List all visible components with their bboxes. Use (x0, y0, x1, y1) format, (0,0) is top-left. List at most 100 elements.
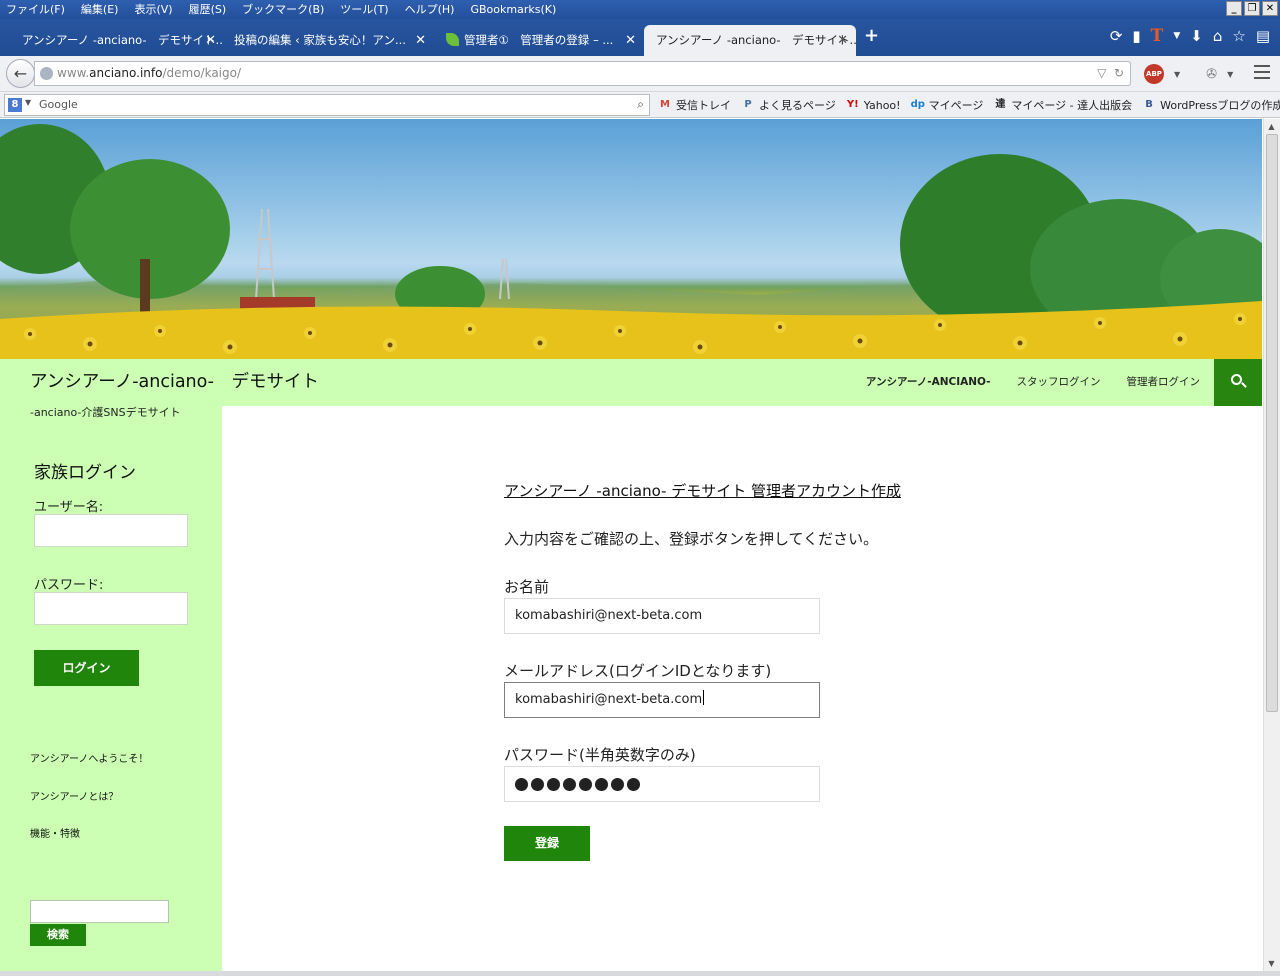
bookmark-label: マイページ - 達人出版会 (1011, 99, 1133, 112)
bookmark-item-1[interactable]: P よく見るページ (741, 97, 836, 113)
chevron-down-icon[interactable]: ▼ (1174, 70, 1180, 79)
tab-3[interactable]: 管理者① 管理者の登録 – ... ✕ (434, 25, 644, 56)
password-dot (595, 777, 608, 791)
star-icon[interactable]: ☆ (1232, 27, 1245, 45)
chevron-down-icon[interactable]: ▼ (25, 98, 31, 107)
tab-4-active[interactable]: アンシアーノ -anciano- デモサイト... ✕ (644, 25, 856, 56)
back-button[interactable]: ← (6, 59, 35, 88)
search-icon[interactable]: ⌕ (637, 97, 644, 112)
password-dot (547, 777, 560, 791)
menu-item-4[interactable]: ブックマーク(B) (234, 0, 332, 19)
menu-item-7[interactable]: GBookmarks(K) (462, 0, 564, 19)
nav-item-home[interactable]: アンシアーノ-ANCIANO- (866, 359, 991, 406)
sidebar-link-about[interactable]: アンシアーノとは？ (30, 788, 118, 803)
site-tagline: -anciano-介護SNSデモサイト (30, 406, 181, 419)
nav-item-staff-login[interactable]: スタッフログイン (1017, 359, 1101, 406)
addon-icon[interactable]: ✇ (1206, 67, 1217, 82)
home-icon[interactable]: ⌂ (1213, 27, 1223, 45)
menu-item-6[interactable]: ヘルプ(H) (397, 0, 463, 19)
search-toggle-button[interactable] (1214, 359, 1262, 406)
password-field-input[interactable] (504, 766, 820, 802)
password-input[interactable] (34, 592, 188, 625)
addon-buttons: ABP ▼ ✇ ▼ (1144, 64, 1233, 84)
login-button[interactable]: ログイン (34, 650, 139, 686)
tab-1[interactable]: アンシアーノ -anciano- デモサイト... ✕ (10, 25, 224, 56)
email-value: komabashiri@next-beta.com (515, 692, 703, 707)
window-controls: _ ❐ ✕ (1226, 1, 1278, 16)
google-icon: 8 (8, 98, 22, 112)
minimize-icon[interactable]: _ (1226, 1, 1242, 16)
menu-item-0[interactable]: ファイル(F) (0, 0, 73, 19)
bookmark-icon: Y! (846, 99, 859, 110)
nav-item-admin-login[interactable]: 管理者ログイン (1127, 359, 1201, 406)
menu-item-3[interactable]: 履歴(S) (181, 0, 235, 19)
bookmark-label: よく見るページ (759, 99, 836, 112)
bookmark-item-2[interactable]: Y! Yahoo! (846, 98, 901, 112)
text-caret (703, 690, 705, 705)
menu-item-1[interactable]: 編集(E) (73, 0, 127, 19)
scroll-up-icon[interactable]: ▲ (1264, 119, 1279, 134)
download-icon[interactable]: ⬇ (1190, 27, 1203, 45)
globe-icon (40, 67, 53, 80)
bookmark-icon[interactable]: ▮ (1132, 27, 1140, 45)
new-tab-button[interactable]: + (864, 25, 879, 46)
browser-search-box[interactable]: 8 ▼ Google ⌕ (4, 94, 650, 116)
close-tab-icon[interactable]: ✕ (415, 25, 426, 56)
bookmark-label: WordPressブログの作成... (1160, 99, 1280, 112)
menu-icon[interactable] (1254, 65, 1270, 83)
password-dot (611, 777, 624, 791)
name-input[interactable]: komabashiri@next-beta.com (504, 598, 820, 634)
menu-item-5[interactable]: ツール(T) (332, 0, 396, 19)
family-login-title: 家族ログイン (34, 463, 136, 483)
url-bar[interactable]: www.anciano.info/demo/kaigo/ ▽ ↻ (34, 61, 1131, 86)
site-title[interactable]: アンシアーノ-anciano- デモサイト (30, 359, 319, 406)
form-instruction: 入力内容をご確認の上、登録ボタンを押してください。 (504, 530, 879, 548)
form-title: アンシアーノ -anciano- デモサイト 管理者アカウント作成 (504, 482, 901, 500)
close-tab-icon[interactable]: ✕ (205, 25, 216, 56)
tab-label: アンシアーノ -anciano- デモサイト... (656, 33, 856, 47)
page-viewport: アンシアーノ-anciano- デモサイト アンシアーノ-ANCIANO- スタ… (0, 119, 1262, 971)
scroll-down-icon[interactable]: ▼ (1264, 956, 1279, 971)
dropdown-icon[interactable]: ▽ (1097, 66, 1106, 80)
close-tab-icon[interactable]: ✕ (837, 25, 848, 56)
sidebar: -anciano-介護SNSデモサイト 家族ログイン ユーザー名: パスワード:… (0, 406, 222, 971)
vertical-scrollbar[interactable]: ▲ ▼ (1263, 119, 1280, 971)
name-value: komabashiri@next-beta.com (515, 608, 703, 623)
email-input[interactable]: komabashiri@next-beta.com (504, 682, 820, 718)
tab-label: 管理者① 管理者の登録 – ... (464, 33, 614, 47)
bookmark-label: 受信トレイ (676, 99, 731, 112)
bookmark-item-5[interactable]: B WordPressブログの作成... (1142, 97, 1280, 113)
register-button[interactable]: 登録 (504, 826, 590, 861)
sidebar-link-welcome[interactable]: アンシアーノへようこそ！ (30, 750, 148, 765)
sync-icon[interactable]: ⟳ (1110, 27, 1123, 45)
restore-icon[interactable]: ❐ (1244, 1, 1260, 16)
reload-icon[interactable]: ↻ (1114, 66, 1124, 80)
username-input[interactable] (34, 514, 188, 547)
site-header: アンシアーノ-anciano- デモサイト アンシアーノ-ANCIANO- スタ… (0, 359, 1262, 406)
menu-item-2[interactable]: 表示(V) (126, 0, 180, 19)
email-label: メールアドレス(ログインIDとなります) (504, 662, 772, 680)
main-content: アンシアーノ -anciano- デモサイト 管理者アカウント作成 入力内容をご… (222, 406, 1262, 971)
bookmark-item-4[interactable]: 達マイページ - 達人出版会 (993, 97, 1132, 113)
sidebar-search-button[interactable]: 検索 (30, 924, 86, 946)
password-dot (627, 777, 640, 791)
password-dot (579, 777, 592, 791)
tab-2[interactable]: 投稿の編集 ‹ 家族も安心！アン... ✕ (222, 25, 434, 56)
close-window-icon[interactable]: ✕ (1262, 1, 1278, 16)
scrollbar-thumb[interactable] (1266, 134, 1278, 712)
bookmark-list: M 受信トレイ P よく見るページ Y! Yahoo! dp マイページ達マイページ - 達人… (658, 92, 1280, 118)
clipboard-icon[interactable]: ▤ (1256, 27, 1270, 45)
close-tab-icon[interactable]: ✕ (625, 25, 636, 56)
chevron-down-icon[interactable]: ▼ (1227, 70, 1233, 79)
bookmark-item-3[interactable]: dp マイページ (911, 97, 984, 113)
sidebar-link-features[interactable]: 機能・特徴 (30, 825, 80, 840)
bookmark-icon: dp (910, 99, 925, 110)
chevron-down-icon[interactable]: ▼ (1173, 31, 1180, 41)
bookmark-item-0[interactable]: M 受信トレイ (658, 97, 731, 113)
adblock-icon[interactable]: ABP (1144, 64, 1164, 84)
t-addon-icon[interactable]: T (1151, 26, 1164, 46)
bookmarks-bar: 8 ▼ Google ⌕ M 受信トレイ P よく見るページ Y! Yahoo! dp マイペ… (0, 92, 1280, 118)
username-label: ユーザー名: (34, 500, 104, 515)
password-dot (531, 777, 544, 791)
sidebar-search-input[interactable] (30, 900, 169, 923)
